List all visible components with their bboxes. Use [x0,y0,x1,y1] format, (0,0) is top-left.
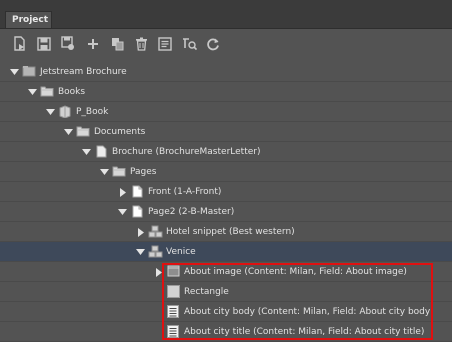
duplicate-icon [111,37,125,54]
search-icon [182,37,197,54]
tree-row-label: Jetstream Brochure [40,67,127,77]
tree-row[interactable]: Books [0,82,452,102]
tree-row[interactable]: Front (1-A-Front) [0,182,452,202]
tab-project[interactable]: Project [5,11,52,28]
tree-row-label: Pages [130,167,157,177]
tree-row[interactable]: Pages [0,162,452,182]
tree-row[interactable]: Documents [0,122,452,142]
properties-icon [158,36,172,54]
tree-row[interactable]: P_Book [0,102,452,122]
save-as-icon [61,36,75,54]
project-toolbar [0,29,452,63]
snippet-icon [147,224,163,238]
document-icon [93,144,109,158]
expand-arrow-down-icon[interactable] [118,208,127,216]
duplicate-button[interactable] [110,37,126,53]
expand-arrow-down-icon[interactable] [10,68,19,76]
refresh-button[interactable] [205,37,221,53]
expand-arrow-down-icon[interactable] [82,148,91,156]
save-button[interactable] [36,36,52,54]
add-icon [87,38,99,53]
delete-icon [135,37,148,54]
highlight-box [162,263,433,340]
save-as-button[interactable] [60,36,76,54]
expand-arrow-down-icon[interactable] [28,88,37,96]
tree-row[interactable]: Jetstream Brochure [0,62,452,82]
expand-arrow-right-icon[interactable] [136,227,145,237]
tree-row-label: Page2 (2-B-Master) [148,207,235,217]
tree-row-label: Hotel snippet (Best western) [166,227,295,237]
tree-row-label: Venice [166,247,196,257]
folder-icon [39,84,55,98]
search-button[interactable] [181,37,197,53]
tree-row[interactable]: Page2 (2-B-Master) [0,202,452,222]
open-document-icon [13,36,27,54]
tree-row-label: Brochure (BrochureMasterLetter) [112,147,261,157]
open-document-button[interactable] [12,36,28,54]
expand-arrow-right-icon[interactable] [118,187,127,197]
tree-row[interactable]: Venice [0,242,452,262]
tree-row-label: Books [58,87,86,97]
project-icon [21,64,37,78]
snippet-icon [147,244,163,258]
save-icon [37,36,51,54]
panel-tab-bar: Project [0,0,452,29]
expand-arrow-down-icon[interactable] [100,168,109,176]
refresh-icon [206,37,220,54]
page-icon [129,184,145,198]
page-icon [129,204,145,218]
tree-row-label: Front (1-A-Front) [148,187,222,197]
tree-row-label: Documents [94,127,146,137]
delete-button[interactable] [133,37,149,53]
add-button[interactable] [85,37,101,53]
tree-row[interactable]: Hotel snippet (Best western) [0,222,452,242]
expand-arrow-down-icon[interactable] [136,248,145,256]
folder-icon [75,124,91,138]
expand-arrow-down-icon[interactable] [46,108,55,116]
tree-row-label: P_Book [76,107,109,117]
expand-arrow-down-icon[interactable] [64,128,73,136]
book-icon [57,104,73,118]
folder-icon [111,164,127,178]
properties-button[interactable] [157,36,173,54]
tree-row[interactable]: Brochure (BrochureMasterLetter) [0,142,452,162]
